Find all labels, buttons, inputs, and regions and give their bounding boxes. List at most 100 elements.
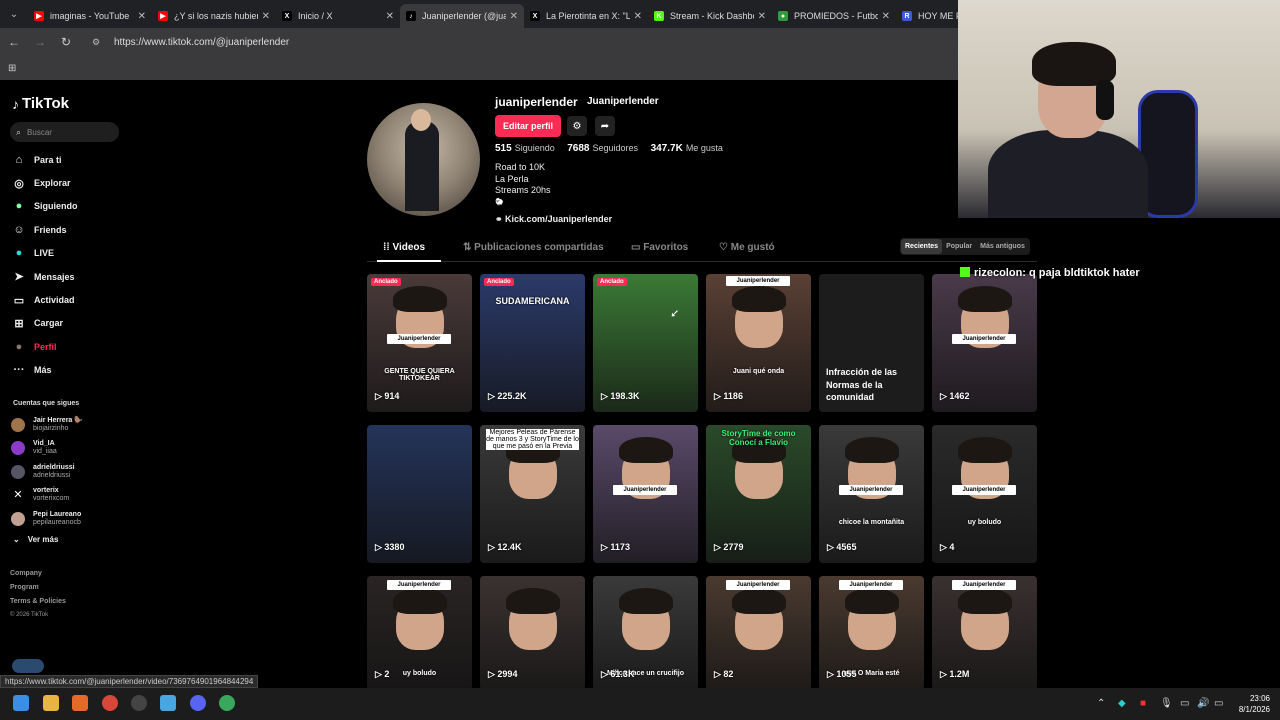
tab-reposts[interactable]: ⇅ Publicaciones compartidas <box>463 242 604 253</box>
close-tab-icon[interactable]: ✕ <box>138 11 146 22</box>
tab-liked-label: Me gustó <box>730 242 775 253</box>
sidebar-item-following[interactable]: ● Siguiendo <box>10 195 130 218</box>
video-card[interactable]: Juaniperlender chicoe la montañita ▷ 4565 <box>819 425 924 563</box>
chrome-profile-icon[interactable] <box>219 695 235 711</box>
video-card[interactable]: Juaniperlender ▷ 1173 <box>593 425 698 563</box>
video-card[interactable]: ▷ 2994 <box>480 576 585 690</box>
sidebar-item-live[interactable]: ● LIVE <box>10 242 130 265</box>
sidebar-item-activity[interactable]: ▭ Actividad <box>10 288 130 311</box>
obs-icon[interactable] <box>131 695 147 711</box>
browser-tab[interactable]: ▶ imaginas - YouTube ✕ <box>28 4 152 28</box>
following-account[interactable]: adrieldriussi adrieldriussi <box>11 460 131 484</box>
tray-app-icon[interactable]: ■ <box>1140 698 1146 709</box>
close-tab-icon[interactable]: ✕ <box>386 11 394 22</box>
sidebar-item-upload[interactable]: ⊞ Cargar <box>10 312 130 335</box>
browser-tab[interactable]: X Inicio / X ✕ <box>276 4 400 28</box>
following-account[interactable]: ✕ vorterix vorterixcom <box>11 484 131 508</box>
video-card[interactable]: Juaniperlender ▷ 1.2M <box>932 576 1037 690</box>
battery-icon[interactable]: ▭ <box>1214 698 1223 709</box>
play-icon: ▷ <box>827 669 837 679</box>
tray-chevron-icon[interactable]: ⌃ <box>1097 698 1105 709</box>
app-toggle-pill[interactable] <box>12 659 44 673</box>
back-icon[interactable]: ← <box>2 35 26 49</box>
reload-icon[interactable]: ↻ <box>54 35 78 49</box>
file-explorer-icon[interactable] <box>43 695 59 711</box>
video-card[interactable]: Juaniperlender ▷ 1462 <box>932 274 1037 412</box>
settings-icon[interactable]: ⚙ <box>567 116 587 136</box>
close-tab-icon[interactable]: ✕ <box>634 11 642 22</box>
sidebar-item-label: Friends <box>34 224 67 235</box>
search-input[interactable]: ⌕ Buscar <box>10 122 119 142</box>
tab-strip: ▶ imaginas - YouTube ✕ ▶ ¿Y si los nazis hub… <box>28 0 1020 28</box>
following-account[interactable]: Vid_IA vid_iiaa <box>11 437 131 461</box>
video-card[interactable]: Juaniperlender ▷ 82 <box>706 576 811 690</box>
following-count[interactable]: 515 <box>495 143 512 154</box>
url-field[interactable]: ⚙ https://www.tiktok.com/@juaniperlender <box>86 31 946 53</box>
see-more-button[interactable]: ⌄ Ver más <box>13 535 58 544</box>
system-clock[interactable]: 23:06 8/1/2026 <box>1232 693 1270 715</box>
chrome-icon[interactable] <box>102 695 118 711</box>
view-count-value: 2779 <box>723 542 744 552</box>
sort-recent[interactable]: Recientes <box>901 239 943 254</box>
video-card[interactable]: Infracción de las Normas de la comunidad <box>819 274 924 412</box>
windows-start-icon[interactable] <box>13 695 29 711</box>
close-tab-icon[interactable]: ✕ <box>262 11 270 22</box>
video-card[interactable]: Anclado SUDAMERICANA ▷ 225.2K <box>480 274 585 412</box>
video-card[interactable]: Anclado ▷ 198.3K <box>593 274 698 412</box>
footer-company[interactable]: Company <box>10 570 66 584</box>
view-count-value: 4565 <box>836 542 857 552</box>
discord-icon[interactable] <box>190 695 206 711</box>
tray-app-icon[interactable]: ◆ <box>1118 698 1126 709</box>
person-hair-shape <box>958 286 1012 312</box>
tab-search-icon[interactable]: ⌄ <box>0 0 28 28</box>
footer-program[interactable]: Program <box>10 584 66 598</box>
edit-profile-button[interactable]: Editar perfil <box>495 115 561 137</box>
followers-count[interactable]: 7688 <box>567 143 589 154</box>
tab-videos[interactable]: ⁞⁞ Videos <box>383 242 425 253</box>
profile-avatar[interactable] <box>367 103 480 216</box>
tab-liked[interactable]: ♡ Me gustó <box>719 242 775 253</box>
footer-terms[interactable]: Terms & Policies <box>10 598 66 612</box>
close-tab-icon[interactable]: ✕ <box>510 11 518 22</box>
tiktok-logo[interactable]: ♪ TikTok <box>12 95 69 112</box>
video-card[interactable]: Mejores Peleas de Párense de manos 3 y S… <box>480 425 585 563</box>
sidebar-item-messages[interactable]: ➤ Mensajes <box>10 265 130 288</box>
sidebar-item-friends[interactable]: ☺ Friends <box>10 218 130 241</box>
video-card[interactable]: Juaniperlender uy boludo ▷ 4 <box>932 425 1037 563</box>
apps-grid-icon[interactable]: ⊞ <box>8 63 16 74</box>
sidebar-item-profile[interactable]: ● Perfil <box>10 335 130 358</box>
site-info-icon[interactable]: ⚙ <box>92 37 106 48</box>
sidebar-item-explore[interactable]: ◎ Explorar <box>10 171 130 194</box>
forward-icon[interactable]: → <box>28 35 52 49</box>
share-icon[interactable]: ➦ <box>595 116 615 136</box>
sort-oldest[interactable]: Más antiguos <box>976 239 1029 254</box>
sort-popular[interactable]: Popular <box>942 239 976 254</box>
video-card[interactable]: Anclado Juaniperlender GENTE QUE QUIERA TI… <box>367 274 472 412</box>
video-card[interactable]: Juaniperlender que O Maria esté ▷ 1055 <box>819 576 924 690</box>
tab-favorites[interactable]: ▭ Favoritos <box>631 242 688 253</box>
following-account[interactable]: Pepi Laureano pepilaureanocb <box>11 507 131 531</box>
video-card[interactable]: StoryTime de como Conocí a Flavio ▷ 2779 <box>706 425 811 563</box>
browser-tab[interactable]: ● PROMIEDOS - Futbol ✕ <box>772 4 896 28</box>
video-card[interactable]: Juaniperlender uy boludo ▷ 2 <box>367 576 472 690</box>
browser-tab[interactable]: ▶ ¿Y si los nazis hubieran ✕ <box>152 4 276 28</box>
following-account[interactable]: Jair Herrera 🦫 biojairzinho <box>11 413 131 437</box>
profile-link[interactable]: ⚭ Kick.com/Juaniperlender <box>495 214 612 225</box>
browser-tab[interactable]: ♪ Juaniperlender (@jua ✕ <box>400 4 524 28</box>
notepad-icon[interactable] <box>160 695 176 711</box>
microphone-icon[interactable]: 🎙 <box>1160 698 1173 709</box>
video-card[interactable]: Juaniperlender Juani qué onda ▷ 1186 <box>706 274 811 412</box>
sidebar-item-home[interactable]: ⌂ Para ti <box>10 148 130 171</box>
sidebar-item-more[interactable]: ··· Más <box>10 359 130 382</box>
close-tab-icon[interactable]: ✕ <box>882 11 890 22</box>
browser-tab[interactable]: X La Pierotinta en X: "L ✕ <box>524 4 648 28</box>
app-icon[interactable] <box>72 695 88 711</box>
video-card[interactable]: Milica hace un crucifijo ▷ 61.3K <box>593 576 698 690</box>
volume-icon[interactable]: 🔊 <box>1197 698 1209 709</box>
play-icon: ▷ <box>488 669 498 679</box>
close-tab-icon[interactable]: ✕ <box>758 11 766 22</box>
browser-tab[interactable]: K Stream - Kick Dashbo ✕ <box>648 4 772 28</box>
video-card[interactable]: ▷ 3380 <box>367 425 472 563</box>
network-icon[interactable]: ▭ <box>1180 698 1189 709</box>
violation-notice: Infracción de las Normas de la comunidad <box>826 367 898 402</box>
